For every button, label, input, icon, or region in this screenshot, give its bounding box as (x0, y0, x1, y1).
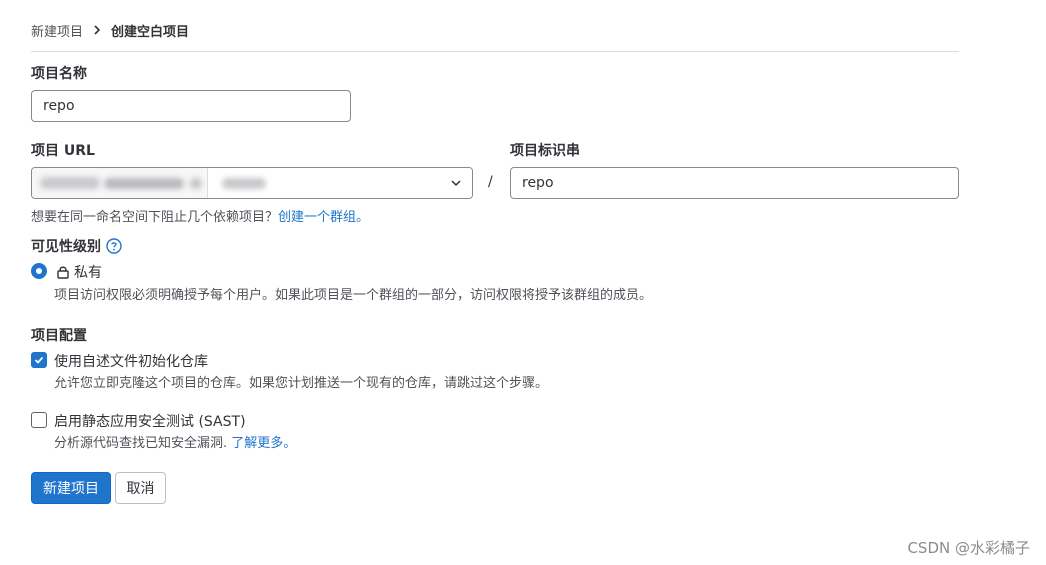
breadcrumb: 新建项目 创建空白项目 (31, 20, 189, 40)
project-slug-value: repo (522, 175, 554, 191)
project-slug-input[interactable]: repo (510, 167, 959, 199)
project-name-value: repo (43, 98, 75, 114)
project-url-prefix (32, 168, 208, 198)
sast-checkbox[interactable] (31, 412, 47, 428)
project-url-group (31, 167, 473, 199)
visibility-heading: 可见性级别 (31, 236, 122, 256)
project-slug-label: 项目标识串 (510, 143, 580, 159)
sast-description-text: 分析源代码查找已知安全漏洞. (54, 436, 228, 451)
visibility-private-label: 私有 (74, 265, 102, 281)
readme-checkbox[interactable] (31, 352, 47, 368)
create-project-button[interactable]: 新建项目 (31, 472, 111, 504)
chevron-right-icon (92, 25, 102, 35)
header-divider (31, 51, 959, 52)
readme-label: 使用自述文件初始化仓库 (54, 354, 208, 370)
url-separator: / (488, 174, 493, 190)
chevron-down-icon (450, 177, 462, 189)
question-circle-icon[interactable] (106, 238, 122, 254)
project-namespace-select[interactable] (208, 168, 472, 198)
visibility-label: 可见性级别 (31, 239, 101, 255)
visibility-private-description: 项目访问权限必须明确授予每个用户。如果此项目是一个群组的一部分，访问权限将授予该… (54, 288, 653, 303)
sast-learn-more-link[interactable]: 了解更多。 (231, 436, 296, 451)
group-hint: 想要在同一命名空间下阻止几个依赖项目？创建一个群组。 (31, 206, 369, 225)
breadcrumb-current: 创建空白项目 (111, 24, 190, 40)
lock-icon (56, 265, 70, 279)
group-hint-text: 想要在同一命名空间下阻止几个依赖项目？ (31, 210, 279, 225)
visibility-private-radio[interactable] (31, 263, 47, 279)
config-label: 项目配置 (31, 328, 87, 344)
check-icon (34, 355, 44, 365)
project-url-label: 项目 URL (31, 143, 95, 159)
breadcrumb-parent[interactable]: 新建项目 (31, 21, 83, 40)
visibility-private-option: 私有 (56, 262, 102, 282)
create-group-link[interactable]: 创建一个群组。 (278, 210, 369, 225)
watermark: CSDN @水彩橘子 (907, 539, 1030, 557)
cancel-button[interactable]: 取消 (115, 472, 166, 504)
readme-description: 允许您立即克隆这个项目的仓库。如果您计划推送一个现有的仓库，请跳过这个步骤。 (54, 376, 549, 391)
project-name-input[interactable]: repo (31, 90, 351, 122)
project-name-label: 项目名称 (31, 66, 87, 82)
sast-description: 分析源代码查找已知安全漏洞. 了解更多。 (54, 432, 296, 451)
sast-label: 启用静态应用安全测试 (SAST) (54, 414, 246, 430)
